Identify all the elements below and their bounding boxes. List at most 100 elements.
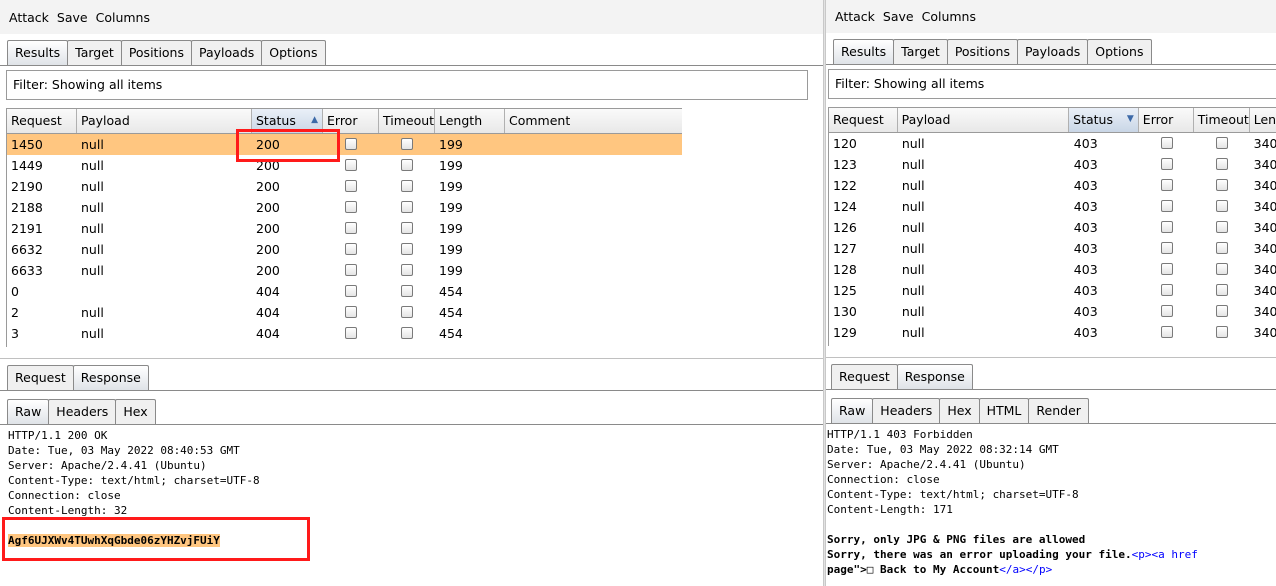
col-comment[interactable]: Comment — [505, 109, 682, 133]
tab-raw[interactable]: Raw — [831, 398, 874, 423]
checkbox[interactable] — [345, 264, 357, 276]
tab-payloads[interactable]: Payloads — [1017, 39, 1089, 64]
table-row[interactable]: 2191 null 200 199 — [7, 218, 682, 239]
checkbox[interactable] — [1216, 200, 1229, 212]
tab-response[interactable]: Response — [896, 364, 973, 389]
checkbox[interactable] — [401, 159, 413, 171]
checkbox[interactable] — [345, 285, 357, 297]
tab-target[interactable]: Target — [893, 39, 948, 64]
menu-attack[interactable]: Attack — [835, 9, 875, 24]
checkbox[interactable] — [1216, 305, 1229, 317]
checkbox[interactable] — [345, 138, 357, 150]
response-viewer[interactable]: HTTP/1.1 403 Forbidden Date: Tue, 03 May… — [826, 427, 1276, 577]
menu-attack[interactable]: Attack — [9, 10, 49, 25]
tab-headers[interactable]: Headers — [48, 399, 117, 424]
checkbox[interactable] — [1161, 221, 1174, 233]
checkbox[interactable] — [401, 327, 413, 339]
checkbox[interactable] — [1161, 326, 1174, 338]
tab-results[interactable]: Results — [833, 39, 895, 64]
checkbox[interactable] — [401, 138, 413, 150]
split-divider[interactable] — [0, 358, 823, 359]
checkbox[interactable] — [345, 306, 357, 318]
menu-columns[interactable]: Columns — [922, 9, 976, 24]
tab-hex[interactable]: Hex — [115, 399, 156, 424]
table-row[interactable]: 2 null 404 454 — [7, 302, 682, 323]
table-row[interactable]: 125 null 403 340 — [829, 280, 1276, 301]
table-row[interactable]: 2188 null 200 199 — [7, 197, 682, 218]
checkbox[interactable] — [1161, 284, 1174, 296]
tab-request[interactable]: Request — [831, 364, 898, 389]
checkbox[interactable] — [345, 243, 357, 255]
table-row[interactable]: 128 null 403 340 — [829, 259, 1276, 280]
tab-hex[interactable]: Hex — [939, 398, 980, 423]
col-request[interactable]: Request — [7, 109, 77, 133]
checkbox[interactable] — [1161, 263, 1174, 275]
tab-payloads[interactable]: Payloads — [191, 40, 263, 65]
table-row[interactable]: 6633 null 200 199 — [7, 260, 682, 281]
menu-save[interactable]: Save — [57, 10, 88, 25]
checkbox[interactable] — [1216, 158, 1229, 170]
checkbox[interactable] — [1161, 137, 1174, 149]
checkbox[interactable] — [345, 159, 357, 171]
checkbox[interactable] — [345, 327, 357, 339]
checkbox[interactable] — [401, 285, 413, 297]
checkbox[interactable] — [1216, 284, 1229, 296]
checkbox[interactable] — [345, 201, 357, 213]
checkbox[interactable] — [1216, 179, 1229, 191]
col-payload[interactable]: Payload — [898, 108, 1070, 132]
tab-html[interactable]: HTML — [978, 398, 1030, 423]
checkbox[interactable] — [401, 222, 413, 234]
table-row[interactable]: 1450 null 200 199 — [7, 134, 682, 155]
checkbox[interactable] — [345, 222, 357, 234]
checkbox[interactable] — [1161, 179, 1174, 191]
menu-columns[interactable]: Columns — [96, 10, 150, 25]
table-row[interactable]: 123 null 403 340 — [829, 154, 1276, 175]
split-divider[interactable] — [826, 357, 1276, 358]
checkbox[interactable] — [1216, 137, 1229, 149]
checkbox[interactable] — [345, 180, 357, 192]
col-error[interactable]: Error — [1139, 108, 1194, 132]
table-row[interactable]: 0 404 454 — [7, 281, 682, 302]
menu-save[interactable]: Save — [883, 9, 914, 24]
table-row[interactable]: 1449 null 200 199 — [7, 155, 682, 176]
col-payload[interactable]: Payload — [77, 109, 252, 133]
checkbox[interactable] — [1216, 326, 1229, 338]
tab-positions[interactable]: Positions — [946, 39, 1018, 64]
checkbox[interactable] — [1161, 242, 1174, 254]
tab-request[interactable]: Request — [7, 365, 74, 390]
tab-headers[interactable]: Headers — [872, 398, 941, 423]
col-request[interactable]: Request — [829, 108, 898, 132]
col-length[interactable]: Len — [1250, 108, 1276, 132]
checkbox[interactable] — [401, 201, 413, 213]
table-row[interactable]: 122 null 403 340 — [829, 175, 1276, 196]
checkbox[interactable] — [1216, 242, 1229, 254]
tab-positions[interactable]: Positions — [120, 40, 192, 65]
table-row[interactable]: 6632 null 200 199 — [7, 239, 682, 260]
tab-raw[interactable]: Raw — [7, 399, 50, 424]
col-timeout[interactable]: Timeout — [379, 109, 435, 133]
checkbox[interactable] — [1161, 158, 1174, 170]
checkbox[interactable] — [401, 306, 413, 318]
tab-target[interactable]: Target — [67, 40, 122, 65]
checkbox[interactable] — [1161, 305, 1174, 317]
checkbox[interactable] — [401, 243, 413, 255]
col-length[interactable]: Length — [435, 109, 505, 133]
table-row[interactable]: 130 null 403 340 — [829, 301, 1276, 322]
table-row[interactable]: 126 null 403 340 — [829, 217, 1276, 238]
filter-bar[interactable]: Filter: Showing all items — [828, 69, 1276, 99]
table-row[interactable]: 127 null 403 340 — [829, 238, 1276, 259]
table-row[interactable]: 124 null 403 340 — [829, 196, 1276, 217]
table-row[interactable]: 3 null 404 454 — [7, 323, 682, 344]
tab-response[interactable]: Response — [72, 365, 149, 390]
table-row[interactable]: 120 null 403 340 — [829, 133, 1276, 154]
table-row[interactable]: 2190 null 200 199 — [7, 176, 682, 197]
checkbox[interactable] — [401, 180, 413, 192]
checkbox[interactable] — [1161, 200, 1174, 212]
tab-results[interactable]: Results — [7, 40, 69, 65]
checkbox[interactable] — [1216, 221, 1229, 233]
col-status[interactable]: Status ▼ — [1069, 108, 1139, 132]
table-row[interactable]: 129 null 403 340 — [829, 322, 1276, 343]
filter-bar[interactable]: Filter: Showing all items — [6, 70, 808, 100]
checkbox[interactable] — [401, 264, 413, 276]
col-timeout[interactable]: Timeout — [1194, 108, 1250, 132]
